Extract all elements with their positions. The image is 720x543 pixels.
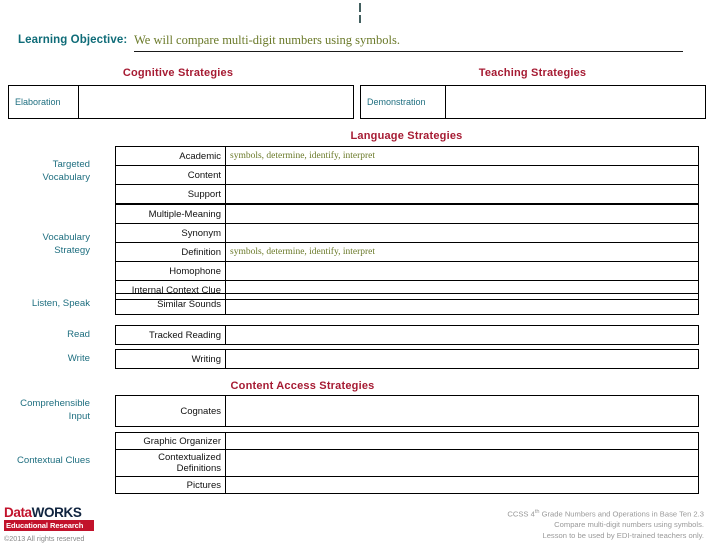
logo-data-text: Data: [4, 505, 32, 520]
vocabulary-strategy-caption: Vocabulary Strategy: [42, 232, 90, 256]
teaching-strategies-table: Demonstration: [360, 85, 706, 119]
contextual-clues-table: Graphic Organizer Contextualized Definit…: [115, 432, 699, 494]
row-value[interactable]: [445, 85, 706, 119]
row-label: Similar Sounds: [115, 293, 226, 315]
table-row: Support: [115, 184, 699, 204]
row-label: Multiple-Meaning: [115, 204, 226, 224]
credit-line-1: CCSS 4th Grade Numbers and Operations in…: [507, 507, 704, 520]
write-table: Writing: [115, 349, 699, 369]
copyright-text: ©2013 All rights reserved: [4, 534, 85, 543]
table-row: Similar Sounds: [115, 293, 699, 315]
table-row: Contextualized Definitions: [115, 449, 699, 477]
dataworks-logo: DataWORKS Educational Research ©2013 All…: [4, 506, 96, 543]
text-cursor-artifact: [359, 3, 361, 23]
row-value[interactable]: symbols, determine, identify, interpret: [225, 146, 699, 166]
table-row: Content: [115, 165, 699, 185]
vocabulary-strategy-table: Multiple-Meaning Synonym Definition symb…: [115, 204, 699, 300]
row-label: Pictures: [115, 476, 226, 494]
table-row: Homophone: [115, 261, 699, 281]
table-row: Pictures: [115, 476, 699, 494]
row-label: Demonstration: [360, 85, 446, 119]
read-table: Tracked Reading: [115, 325, 699, 345]
row-label: Content: [115, 165, 226, 185]
contextual-clues-caption: Contextual Clues: [16, 455, 90, 466]
table-row: Elaboration: [8, 85, 354, 119]
table-row: Graphic Organizer: [115, 432, 699, 450]
table-row: Demonstration: [360, 85, 706, 119]
comprehensible-input-table: Cognates: [115, 395, 699, 427]
table-row: Definition symbols, determine, identify,…: [115, 242, 699, 262]
learning-objective-value: We will compare multi-digit numbers usin…: [134, 33, 400, 47]
row-value[interactable]: symbols, determine, identify, interpret: [225, 242, 699, 262]
row-label: Graphic Organizer: [115, 432, 226, 450]
row-label: Support: [115, 184, 226, 204]
content-access-strategies-heading: Content Access Strategies: [230, 380, 375, 392]
row-label: Synonym: [115, 223, 226, 243]
logo-works-text: WORKS: [31, 505, 82, 520]
table-row: Multiple-Meaning: [115, 204, 699, 224]
row-label: Definition: [115, 242, 226, 262]
credit-line-2: Compare multi-digit numbers using symbol…: [554, 520, 704, 530]
row-value[interactable]: [225, 184, 699, 204]
cognitive-strategies-heading: Cognitive Strategies: [122, 67, 234, 79]
row-label: Homophone: [115, 261, 226, 281]
standards-credit: CCSS 4th Grade Numbers and Operations in…: [507, 507, 704, 541]
row-value[interactable]: [225, 325, 699, 345]
teaching-strategies-heading: Teaching Strategies: [478, 67, 587, 79]
row-label: Cognates: [115, 395, 226, 427]
row-value[interactable]: [225, 349, 699, 369]
row-label: Academic: [115, 146, 226, 166]
language-strategies-heading: Language Strategies: [350, 130, 463, 142]
row-value[interactable]: [225, 395, 699, 427]
row-label: Contextualized Definitions: [115, 449, 226, 477]
listen-speak-table: Similar Sounds: [115, 293, 699, 315]
row-value[interactable]: [225, 223, 699, 243]
write-caption: Write: [67, 353, 90, 364]
table-row: Synonym: [115, 223, 699, 243]
row-label: Tracked Reading: [115, 325, 226, 345]
row-value[interactable]: [78, 85, 354, 119]
learning-objective-row: Learning Objective: We will compare mult…: [0, 32, 720, 54]
table-row: Cognates: [115, 395, 699, 427]
read-caption: Read: [67, 329, 90, 340]
row-value[interactable]: [225, 204, 699, 224]
table-row: Tracked Reading: [115, 325, 699, 345]
learning-objective-label: Learning Objective:: [18, 34, 128, 46]
row-value[interactable]: [225, 261, 699, 281]
credit-line-3: Lesson to be used by EDI-trained teacher…: [542, 530, 704, 540]
logo-tagline: Educational Research: [4, 520, 94, 531]
row-value[interactable]: [225, 449, 699, 477]
row-label: Elaboration: [8, 85, 79, 119]
learning-objective-field[interactable]: We will compare multi-digit numbers usin…: [134, 32, 683, 52]
row-value[interactable]: [225, 293, 699, 315]
row-label: Writing: [115, 349, 226, 369]
row-value[interactable]: [225, 476, 699, 494]
row-value[interactable]: [225, 165, 699, 185]
targeted-vocabulary-caption: Targeted Vocabulary: [42, 159, 90, 183]
credit-line-1-prefix: CCSS 4: [507, 509, 535, 519]
targeted-vocabulary-table: Academic symbols, determine, identify, i…: [115, 146, 699, 204]
cognitive-strategies-table: Elaboration: [8, 85, 354, 119]
logo-wordmark: DataWORKS: [4, 506, 96, 520]
credit-line-1-rest: Grade Numbers and Operations in Base Ten…: [539, 509, 704, 519]
table-row: Writing: [115, 349, 699, 369]
table-row: Academic symbols, determine, identify, i…: [115, 146, 699, 166]
comprehensible-input-caption: Comprehensible Input: [20, 398, 90, 422]
listen-speak-caption: Listen, Speak: [31, 298, 90, 309]
row-value[interactable]: [225, 432, 699, 450]
